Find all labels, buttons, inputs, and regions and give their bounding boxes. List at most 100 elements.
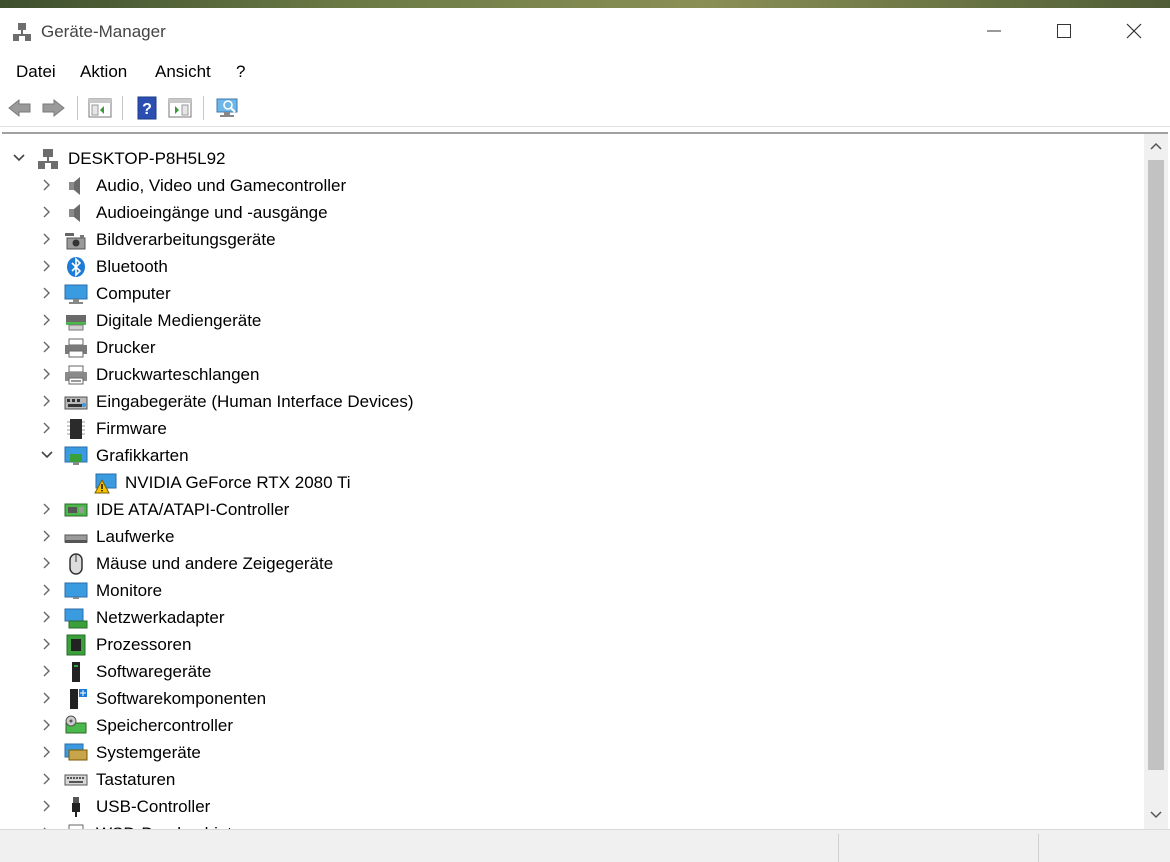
- tree-item-eingabeger-te-human-interface-devices[interactable]: Eingabegeräte (Human Interface Devices): [2, 388, 1138, 415]
- tree-item-label: Softwaregeräte: [96, 662, 212, 681]
- keyboard-icon: [64, 769, 88, 791]
- expand-toggle[interactable]: [40, 502, 54, 516]
- tree-item-audioeing-nge-und-ausg-nge[interactable]: Audioeingänge und -ausgänge: [2, 199, 1138, 226]
- minimize-button[interactable]: [959, 8, 1029, 54]
- chevron-right-icon: [43, 800, 50, 812]
- expand-toggle[interactable]: [40, 664, 54, 678]
- tree-item-softwarekomponenten[interactable]: Softwarekomponenten: [2, 685, 1138, 712]
- expand-toggle[interactable]: [40, 772, 54, 786]
- chevron-right-icon: [43, 530, 50, 542]
- tree-item-drucker[interactable]: Drucker: [2, 334, 1138, 361]
- tree-item-audio-video-und-gamecontroller[interactable]: Audio, Video und Gamecontroller: [2, 172, 1138, 199]
- tree-item-grafikkarten[interactable]: Grafikkarten: [2, 442, 1138, 469]
- show-hide-console-tree-icon: [88, 98, 112, 118]
- scroll-up-button[interactable]: [1144, 134, 1168, 158]
- expand-toggle[interactable]: [40, 232, 54, 246]
- expand-toggle[interactable]: [40, 718, 54, 732]
- speaker-icon: [64, 175, 88, 197]
- tree-item-wsd-druckanbieter[interactable]: WSD-Druckanbieter: [2, 820, 1138, 829]
- expand-toggle[interactable]: [40, 205, 54, 219]
- vertical-scrollbar[interactable]: [1144, 134, 1168, 829]
- tree-item-digitale-medienger-te[interactable]: Digitale Mediengeräte: [2, 307, 1138, 334]
- tree-item-netzwerkadapter[interactable]: Netzwerkadapter: [2, 604, 1138, 631]
- tree-item-label: Bildverarbeitungsgeräte: [96, 230, 276, 249]
- expand-toggle[interactable]: [40, 286, 54, 300]
- collapse-toggle[interactable]: [40, 448, 54, 462]
- expand-toggle[interactable]: [40, 691, 54, 705]
- tree-root[interactable]: DESKTOP-P8H5L92: [2, 145, 1138, 172]
- tree-item-druckwarteschlangen[interactable]: Druckwarteschlangen: [2, 361, 1138, 388]
- expand-toggle[interactable]: [40, 340, 54, 354]
- scrollbar-thumb[interactable]: [1148, 160, 1164, 770]
- expand-toggle[interactable]: [40, 583, 54, 597]
- forward-button[interactable]: [39, 94, 67, 122]
- tree-item-label: Laufwerke: [96, 527, 175, 546]
- chevron-right-icon: [43, 395, 50, 407]
- menu-ansicht[interactable]: Ansicht: [155, 62, 211, 82]
- help-button[interactable]: ?: [133, 94, 161, 122]
- toolbar-separator: [203, 96, 204, 120]
- expand-toggle[interactable]: [40, 367, 54, 381]
- maximize-button[interactable]: [1029, 8, 1099, 54]
- expand-toggle[interactable]: [40, 421, 54, 435]
- chevron-right-icon: [43, 719, 50, 731]
- hid-icon: [64, 391, 88, 413]
- chevron-right-icon: [43, 557, 50, 569]
- tree-item-label: Eingabegeräte (Human Interface Devices): [96, 392, 414, 411]
- title-bar[interactable]: Geräte-Manager: [0, 8, 1170, 56]
- scan-hardware-button[interactable]: [214, 94, 242, 122]
- back-button[interactable]: [6, 94, 34, 122]
- monitor-icon: [64, 580, 88, 602]
- expand-toggle[interactable]: [40, 610, 54, 624]
- properties-icon: [168, 98, 192, 118]
- chevron-right-icon: [43, 503, 50, 515]
- console-tree-button[interactable]: [86, 94, 114, 122]
- window-title: Geräte-Manager: [41, 22, 166, 41]
- device-manager-window: Geräte-Manager Datei Aktion Ansicht ? ? …: [0, 8, 1170, 862]
- menu-aktion[interactable]: Aktion: [80, 62, 127, 82]
- tree-item-monitore[interactable]: Monitore: [2, 577, 1138, 604]
- expand-toggle[interactable]: [40, 394, 54, 408]
- scroll-down-button[interactable]: [1144, 803, 1168, 827]
- tree-item-softwareger-te[interactable]: Softwaregeräte: [2, 658, 1138, 685]
- toolbar-separator: [77, 96, 78, 120]
- tree-item-prozessoren[interactable]: Prozessoren: [2, 631, 1138, 658]
- forward-arrow-icon: [42, 98, 65, 118]
- tree-item-tastaturen[interactable]: Tastaturen: [2, 766, 1138, 793]
- tree-item-label: Drucker: [96, 338, 156, 357]
- expand-toggle[interactable]: [40, 556, 54, 570]
- chevron-right-icon: [43, 287, 50, 299]
- expand-toggle[interactable]: [40, 799, 54, 813]
- expand-toggle[interactable]: [40, 259, 54, 273]
- tree-item-label: Audioeingänge und -ausgänge: [96, 203, 328, 222]
- tree-item-computer[interactable]: Computer: [2, 280, 1138, 307]
- expand-toggle[interactable]: [40, 637, 54, 651]
- tree-item-speichercontroller[interactable]: Speichercontroller: [2, 712, 1138, 739]
- expand-toggle[interactable]: [40, 313, 54, 327]
- tree-item-m-use-und-andere-zeigeger-te[interactable]: Mäuse und andere Zeigegeräte: [2, 550, 1138, 577]
- expand-toggle[interactable]: [40, 745, 54, 759]
- expand-toggle[interactable]: [40, 529, 54, 543]
- properties-button[interactable]: [166, 94, 194, 122]
- menu-help[interactable]: ?: [236, 62, 245, 82]
- tree-item-laufwerke[interactable]: Laufwerke: [2, 523, 1138, 550]
- chevron-right-icon: [43, 692, 50, 704]
- tree-item-label: Computer: [96, 284, 171, 303]
- desktop-background: [0, 0, 1170, 8]
- tree-item-systemger-te[interactable]: Systemgeräte: [2, 739, 1138, 766]
- tree-item-bluetooth[interactable]: Bluetooth: [2, 253, 1138, 280]
- tree-item-ide-ata-atapi-controller[interactable]: IDE ATA/ATAPI-Controller: [2, 496, 1138, 523]
- tree-item-firmware[interactable]: Firmware: [2, 415, 1138, 442]
- close-button[interactable]: [1099, 8, 1169, 54]
- menu-datei[interactable]: Datei: [16, 62, 56, 82]
- tree-item-label: Netzwerkadapter: [96, 608, 225, 627]
- tree-item-bildverarbeitungsger-te[interactable]: Bildverarbeitungsgeräte: [2, 226, 1138, 253]
- chevron-up-icon: [1150, 142, 1162, 150]
- device-tree[interactable]: DESKTOP-P8H5L92 Audio, Video und Gamecont…: [2, 132, 1168, 829]
- tree-item-nvidia-geforce-rtx-2080-ti[interactable]: NVIDIA GeForce RTX 2080 Ti: [2, 469, 1138, 496]
- collapse-toggle[interactable]: [12, 151, 26, 165]
- expand-toggle[interactable]: [40, 178, 54, 192]
- tree-item-usb-controller[interactable]: USB-Controller: [2, 793, 1138, 820]
- chevron-right-icon: [43, 368, 50, 380]
- chevron-right-icon: [43, 314, 50, 326]
